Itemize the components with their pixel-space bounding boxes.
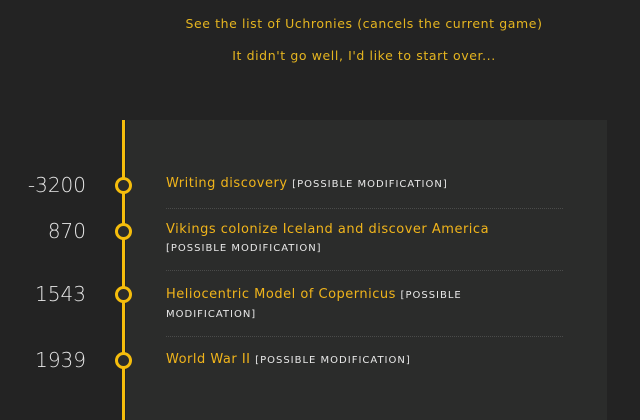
timeline-event: Heliocentric Model of Copernicus [POSSIB… [166, 286, 521, 324]
possible-modification-link[interactable]: [POSSIBLE MODIFICATION] [166, 243, 322, 254]
event-title-link[interactable]: Vikings colonize Iceland and discover Am… [166, 222, 489, 237]
start-over-link[interactable]: It didn't go well, I'd like to start ove… [0, 48, 640, 63]
timeline-year: 1543 [35, 282, 86, 306]
timeline-dot [115, 177, 132, 194]
event-separator [166, 336, 563, 337]
timeline-year: -3200 [27, 173, 86, 197]
event-title-link[interactable]: World War II [166, 352, 251, 367]
timeline-dot [115, 352, 132, 369]
event-title-link[interactable]: Writing discovery [166, 176, 288, 191]
timeline-event: World War II [POSSIBLE MODIFICATION] [166, 351, 521, 370]
timeline-event: Vikings colonize Iceland and discover Am… [166, 221, 521, 258]
uchronies-list-link[interactable]: See the list of Uchronies (cancels the c… [0, 16, 640, 31]
timeline-dot [115, 223, 132, 240]
event-separator [166, 208, 563, 209]
timeline-line [122, 120, 125, 420]
timeline-year: 870 [47, 219, 86, 243]
timeline-year: 1939 [35, 348, 86, 372]
timeline-dot [115, 286, 132, 303]
event-title-link[interactable]: Heliocentric Model of Copernicus [166, 287, 396, 302]
event-separator [166, 270, 563, 271]
possible-modification-link[interactable]: [POSSIBLE MODIFICATION] [292, 179, 448, 190]
possible-modification-link[interactable]: [POSSIBLE MODIFICATION] [255, 355, 411, 366]
timeline-event: Writing discovery [POSSIBLE MODIFICATION… [166, 175, 521, 194]
